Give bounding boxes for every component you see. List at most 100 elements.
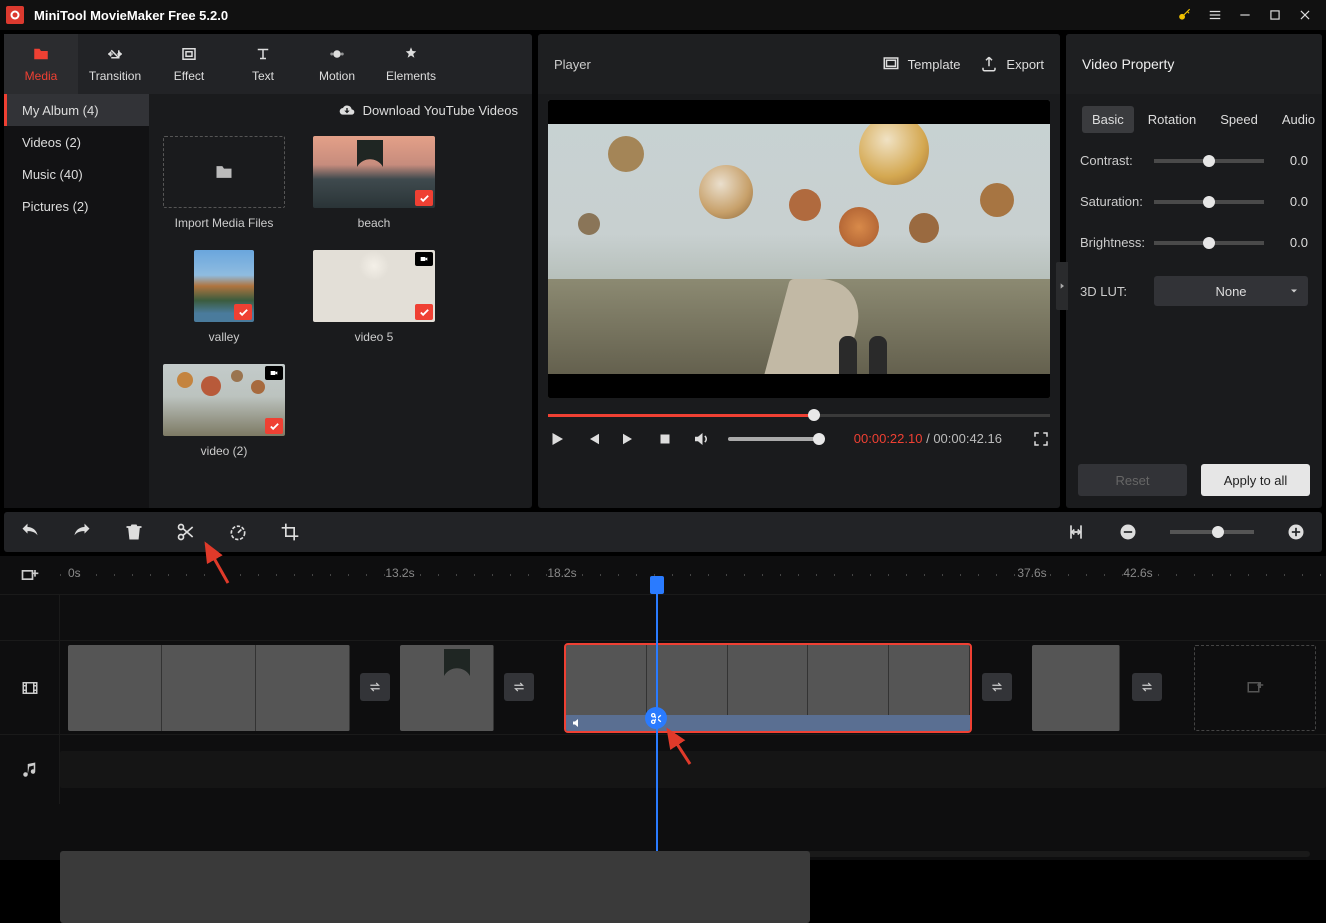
contrast-label: Contrast: xyxy=(1080,153,1154,168)
volume-icon[interactable] xyxy=(692,430,710,448)
tab-media-label: Media xyxy=(25,69,58,83)
transition-slot[interactable] xyxy=(504,673,534,701)
used-check-icon xyxy=(234,304,252,320)
timeline: 0s 13.2s 18.2s 37.6s 42.6s xyxy=(0,556,1326,860)
speed-button[interactable] xyxy=(228,522,248,542)
media-item-beach[interactable]: beach xyxy=(313,136,435,230)
module-tabs: Media Transition Effect Text Motion Elem… xyxy=(4,34,532,94)
redo-button[interactable] xyxy=(72,522,92,542)
prop-tab-speed[interactable]: Speed xyxy=(1210,106,1268,133)
audio-lane[interactable] xyxy=(60,751,1326,788)
license-key-icon[interactable] xyxy=(1170,0,1200,30)
apply-to-all-button[interactable]: Apply to all xyxy=(1201,464,1310,496)
title-bar: MiniTool MovieMaker Free 5.2.0 xyxy=(0,0,1326,30)
player-panel: Player Template Export xyxy=(538,34,1060,508)
brightness-slider[interactable] xyxy=(1154,241,1264,245)
play-button[interactable] xyxy=(548,430,566,448)
template-icon xyxy=(882,55,900,73)
media-grid-area: Download YouTube Videos Import Media Fil… xyxy=(149,94,532,508)
transition-slot[interactable] xyxy=(1132,673,1162,701)
tab-transition[interactable]: Transition xyxy=(78,34,152,94)
prop-tab-audio[interactable]: Audio xyxy=(1272,106,1325,133)
swap-icon xyxy=(989,680,1005,694)
tab-elements-label: Elements xyxy=(386,69,436,83)
minimize-button[interactable] xyxy=(1230,0,1260,30)
ruler-tick: 18.2s xyxy=(547,566,576,580)
stop-button[interactable] xyxy=(656,430,674,448)
timeline-scrollbar[interactable] xyxy=(60,851,1310,857)
fit-timeline-button[interactable] xyxy=(1066,522,1086,542)
property-title: Video Property xyxy=(1066,34,1322,94)
volume-slider[interactable] xyxy=(728,437,824,441)
timeline-add-track-button[interactable] xyxy=(0,565,60,585)
zoom-in-button[interactable] xyxy=(1286,522,1306,542)
timeline-toolbar xyxy=(4,512,1322,552)
sidebar-item-pictures[interactable]: Pictures (2) xyxy=(4,190,149,222)
player-progress[interactable] xyxy=(548,412,1050,418)
audio-track xyxy=(0,734,1326,804)
tab-motion-label: Motion xyxy=(319,69,355,83)
sidebar-item-music[interactable]: Music (40) xyxy=(4,158,149,190)
tab-media[interactable]: Media xyxy=(4,34,78,94)
timeline-clip[interactable] xyxy=(68,645,350,731)
tab-motion[interactable]: Motion xyxy=(300,34,374,94)
prop-tab-rotation[interactable]: Rotation xyxy=(1138,106,1206,133)
export-icon xyxy=(980,55,998,73)
tab-text[interactable]: Text xyxy=(226,34,300,94)
tab-elements[interactable]: Elements xyxy=(374,34,448,94)
crop-button[interactable] xyxy=(280,522,300,542)
media-item-video2[interactable]: video (2) xyxy=(163,364,285,458)
total-duration: 00:00:42.16 xyxy=(933,431,1002,446)
tab-effect-label: Effect xyxy=(174,69,204,83)
playhead[interactable] xyxy=(656,576,658,860)
saturation-slider[interactable] xyxy=(1154,200,1264,204)
video-badge-icon xyxy=(415,252,433,266)
zoom-out-button[interactable] xyxy=(1118,522,1138,542)
timecode-display: 00:00:22.10 / 00:00:42.16 xyxy=(854,431,1002,446)
swap-icon xyxy=(367,680,383,694)
saturation-label: Saturation: xyxy=(1080,194,1154,209)
media-item-video5[interactable]: video 5 xyxy=(313,250,435,344)
chevron-right-icon xyxy=(1058,280,1066,292)
split-button[interactable] xyxy=(176,522,196,542)
import-media-tile[interactable]: Import Media Files xyxy=(163,136,285,230)
cloud-download-icon xyxy=(339,102,355,118)
saturation-value: 0.0 xyxy=(1278,194,1308,209)
prev-frame-button[interactable] xyxy=(584,430,602,448)
timeline-clip[interactable] xyxy=(1032,645,1120,731)
timeline-clip-selected[interactable] xyxy=(566,645,970,731)
video-badge-icon xyxy=(265,366,283,380)
clip-drop-zone[interactable] xyxy=(1194,645,1316,731)
lut-select[interactable]: None xyxy=(1154,276,1308,306)
delete-button[interactable] xyxy=(124,522,144,542)
ruler-tick: 42.6s xyxy=(1123,566,1152,580)
zoom-slider[interactable] xyxy=(1170,530,1254,534)
menu-icon[interactable] xyxy=(1200,0,1230,30)
tab-text-label: Text xyxy=(252,69,274,83)
collapse-property-button[interactable] xyxy=(1056,262,1068,310)
sidebar-item-my-album[interactable]: My Album (4) xyxy=(4,94,149,126)
template-button[interactable]: Template xyxy=(882,55,961,73)
export-button[interactable]: Export xyxy=(980,55,1044,73)
brightness-value: 0.0 xyxy=(1278,235,1308,250)
prop-tab-basic[interactable]: Basic xyxy=(1082,106,1134,133)
media-item-valley[interactable]: valley xyxy=(163,250,285,344)
sidebar-item-videos[interactable]: Videos (2) xyxy=(4,126,149,158)
download-youtube-link[interactable]: Download YouTube Videos xyxy=(363,103,518,118)
next-frame-button[interactable] xyxy=(620,430,638,448)
contrast-slider[interactable] xyxy=(1154,159,1264,163)
close-button[interactable] xyxy=(1290,0,1320,30)
timeline-clip[interactable] xyxy=(400,645,494,731)
video-preview[interactable] xyxy=(548,100,1050,398)
transition-slot[interactable] xyxy=(360,673,390,701)
reset-button[interactable]: Reset xyxy=(1078,464,1187,496)
brightness-label: Brightness: xyxy=(1080,235,1154,250)
app-logo xyxy=(6,6,24,24)
media-item-label: valley xyxy=(209,330,240,344)
media-item-label: video (2) xyxy=(201,444,248,458)
maximize-button[interactable] xyxy=(1260,0,1290,30)
transition-slot[interactable] xyxy=(982,673,1012,701)
fullscreen-button[interactable] xyxy=(1032,430,1050,448)
tab-effect[interactable]: Effect xyxy=(152,34,226,94)
undo-button[interactable] xyxy=(20,522,40,542)
